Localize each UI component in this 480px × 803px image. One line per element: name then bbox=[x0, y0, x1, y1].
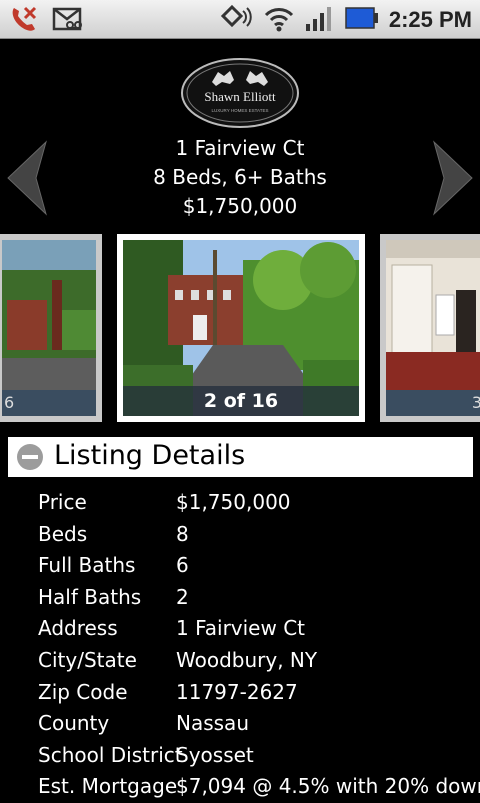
detail-row-city-state: City/State Woodbury, NY bbox=[38, 645, 480, 677]
collapse-minus-icon[interactable] bbox=[17, 444, 43, 470]
detail-label: County bbox=[38, 711, 110, 736]
property-price: $1,750,000 bbox=[182, 194, 298, 218]
gallery-photo-next[interactable]: 3 bbox=[380, 234, 480, 422]
gallery-photo-main[interactable]: 2 of 16 bbox=[117, 234, 365, 422]
missed-call-icon bbox=[8, 4, 38, 38]
listing-details-title: Listing Details bbox=[54, 440, 246, 471]
clock: 2:25 PM bbox=[388, 7, 472, 32]
signal-icon bbox=[305, 3, 335, 37]
detail-value: Nassau bbox=[176, 711, 249, 736]
next-photo-number: 3 bbox=[472, 393, 480, 412]
detail-row-half-baths: Half Baths 2 bbox=[38, 582, 480, 614]
detail-label: City/State bbox=[38, 647, 137, 672]
voicemail-icon bbox=[52, 5, 84, 37]
detail-label: Price bbox=[38, 490, 87, 514]
detail-row-county: County Nassau bbox=[38, 708, 480, 740]
battery-icon bbox=[345, 3, 379, 37]
detail-value: $1,750,000 bbox=[176, 490, 291, 514]
property-address: 1 Fairview Ct bbox=[175, 136, 305, 160]
detail-label: School District bbox=[38, 742, 183, 767]
property-summary: 1 Fairview Ct 8 Beds, 6+ Baths $1,750,00… bbox=[0, 134, 480, 221]
detail-row-beds: Beds 8 bbox=[38, 519, 480, 551]
detail-value: $7,094 @ 4.5% with 20% down bbox=[176, 774, 480, 799]
gps-icon bbox=[219, 3, 253, 37]
detail-value: 11797-2627 bbox=[176, 679, 298, 704]
gallery-photo-previous[interactable]: 6 bbox=[0, 234, 102, 422]
detail-row-zip-code: Zip Code 11797-2627 bbox=[38, 677, 480, 709]
listing-details-table: Price $1,750,000 Beds 8 Full Baths 6 Hal… bbox=[38, 487, 480, 803]
detail-label: Est. Mortgage bbox=[38, 774, 178, 799]
logo-tagline: LUXURY HOMES ESTATES bbox=[212, 108, 269, 113]
listing-details-header[interactable]: Listing Details bbox=[8, 437, 473, 477]
photo-counter: 2 of 16 bbox=[123, 386, 359, 416]
detail-row-school-district: School District Syosset bbox=[38, 740, 480, 772]
status-bar: 2:25 PM bbox=[0, 0, 480, 39]
detail-row-full-baths: Full Baths 6 bbox=[38, 550, 480, 582]
detail-value: 1 Fairview Ct bbox=[176, 616, 306, 641]
detail-label: Half Baths bbox=[38, 584, 142, 609]
brand-logo: Shawn Elliott LUXURY HOMES ESTATES bbox=[180, 56, 300, 128]
detail-row-price: Price $1,750,000 bbox=[38, 487, 480, 519]
previous-photo-number: 6 bbox=[4, 393, 15, 412]
detail-value: 6 bbox=[176, 553, 189, 578]
detail-row-est-mortgage: Est. Mortgage $7,094 @ 4.5% with 20% dow… bbox=[38, 771, 480, 803]
detail-value: Syosset bbox=[176, 742, 254, 767]
detail-label: Address bbox=[38, 616, 118, 641]
detail-row-address: Address 1 Fairview Ct bbox=[38, 613, 480, 645]
detail-label: Full Baths bbox=[38, 553, 136, 578]
wifi-icon bbox=[263, 3, 295, 37]
detail-label: Zip Code bbox=[38, 679, 128, 704]
detail-value: 8 bbox=[176, 521, 189, 546]
property-beds-baths: 8 Beds, 6+ Baths bbox=[153, 165, 327, 189]
logo-name: Shawn Elliott bbox=[204, 89, 276, 104]
detail-label: Beds bbox=[38, 521, 88, 546]
detail-value: Woodbury, NY bbox=[176, 647, 318, 672]
detail-value: 2 bbox=[176, 584, 189, 609]
